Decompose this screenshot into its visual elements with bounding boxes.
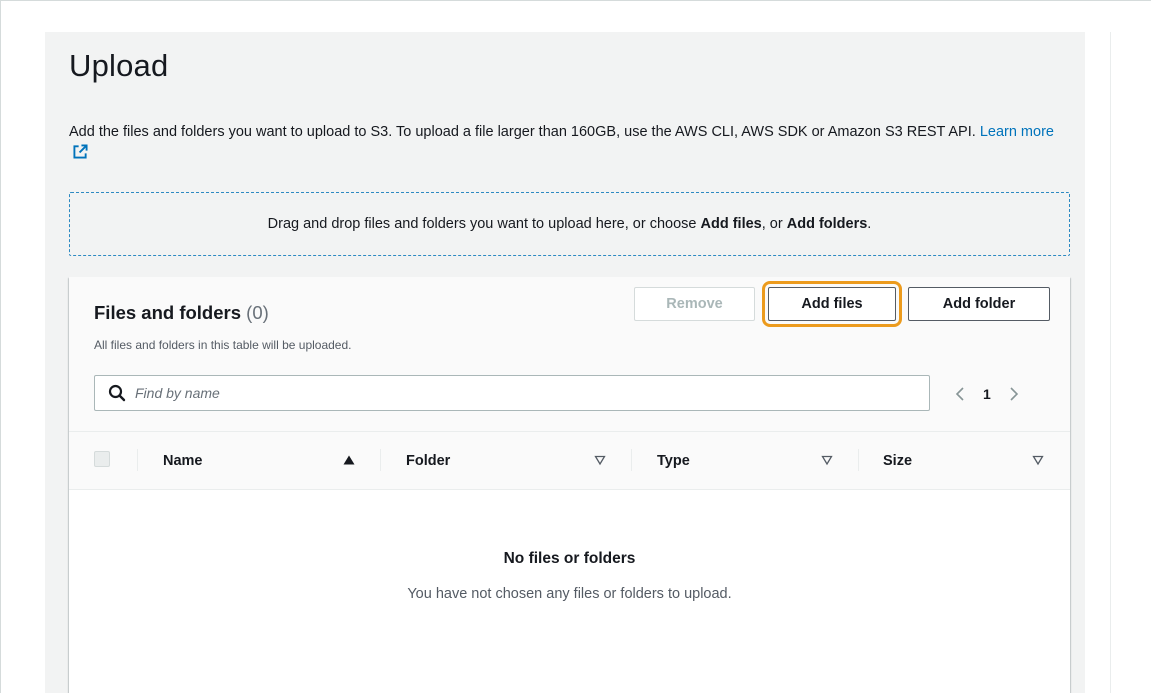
description-text: Add the files and folders you want to up… (69, 124, 976, 140)
page-description: Add the files and folders you want to up… (69, 122, 1069, 164)
search-box (94, 375, 930, 411)
drag-drop-zone[interactable]: Drag and drop files and folders you want… (69, 192, 1070, 256)
files-section-title-text: Files and folders (94, 302, 242, 323)
page-title: Upload (69, 48, 169, 83)
files-count: (0) (246, 302, 269, 323)
frame-border-top (0, 0, 1151, 1)
frame-border-left (0, 0, 1, 693)
empty-state-message: You have not chosen any files or folders… (407, 586, 732, 602)
column-divider (137, 449, 138, 471)
remove-button[interactable]: Remove (634, 287, 755, 321)
column-header-type[interactable]: Type (657, 432, 690, 490)
add-files-button[interactable]: Add files (768, 287, 896, 321)
sort-unsorted-icon[interactable] (1032, 454, 1044, 466)
dropzone-text-middle: , or (761, 216, 787, 232)
chevron-right-icon[interactable] (1009, 386, 1019, 402)
column-divider (631, 449, 632, 471)
upload-panel: Upload Add the files and folders you wan… (45, 32, 1085, 693)
column-header-size[interactable]: Size (883, 432, 912, 490)
column-header-name[interactable]: Name (163, 432, 203, 490)
files-section-subtitle: All files and folders in this table will… (94, 338, 352, 352)
page-number[interactable]: 1 (983, 386, 991, 402)
files-and-folders-container: Files and folders (0) All files and fold… (69, 277, 1070, 693)
external-link-icon (73, 144, 88, 159)
files-section-title: Files and folders (0) (94, 302, 269, 324)
dropzone-text: Drag and drop files and folders you want… (268, 216, 872, 232)
frame-border-right (1110, 32, 1111, 693)
dropzone-add-folders: Add folders (786, 216, 868, 232)
pagination: 1 (951, 381, 1019, 407)
dropzone-text-after: . (867, 216, 872, 232)
column-type-label: Type (657, 453, 690, 469)
table-column-headers: Name Folder Type Size (69, 432, 1070, 490)
column-folder-label: Folder (406, 453, 451, 469)
search-icon (108, 384, 126, 402)
column-size-label: Size (883, 453, 913, 469)
empty-state-title: No files or folders (503, 550, 636, 567)
column-header-folder[interactable]: Folder (406, 432, 450, 490)
column-name-label: Name (163, 453, 203, 469)
sort-unsorted-icon[interactable] (821, 454, 833, 466)
select-all-checkbox[interactable] (94, 451, 110, 467)
learn-more-label: Learn more (979, 124, 1054, 140)
sort-ascending-icon[interactable] (343, 454, 355, 466)
column-divider (858, 449, 859, 471)
dropzone-add-files: Add files (700, 216, 762, 232)
chevron-left-icon[interactable] (955, 386, 965, 402)
sort-unsorted-icon[interactable] (594, 454, 606, 466)
search-input[interactable] (135, 385, 915, 401)
files-table-header: Files and folders (0) All files and fold… (69, 277, 1070, 432)
add-folder-button[interactable]: Add folder (908, 287, 1050, 321)
column-divider (380, 449, 381, 471)
dropzone-text-before: Drag and drop files and folders you want… (267, 216, 701, 232)
